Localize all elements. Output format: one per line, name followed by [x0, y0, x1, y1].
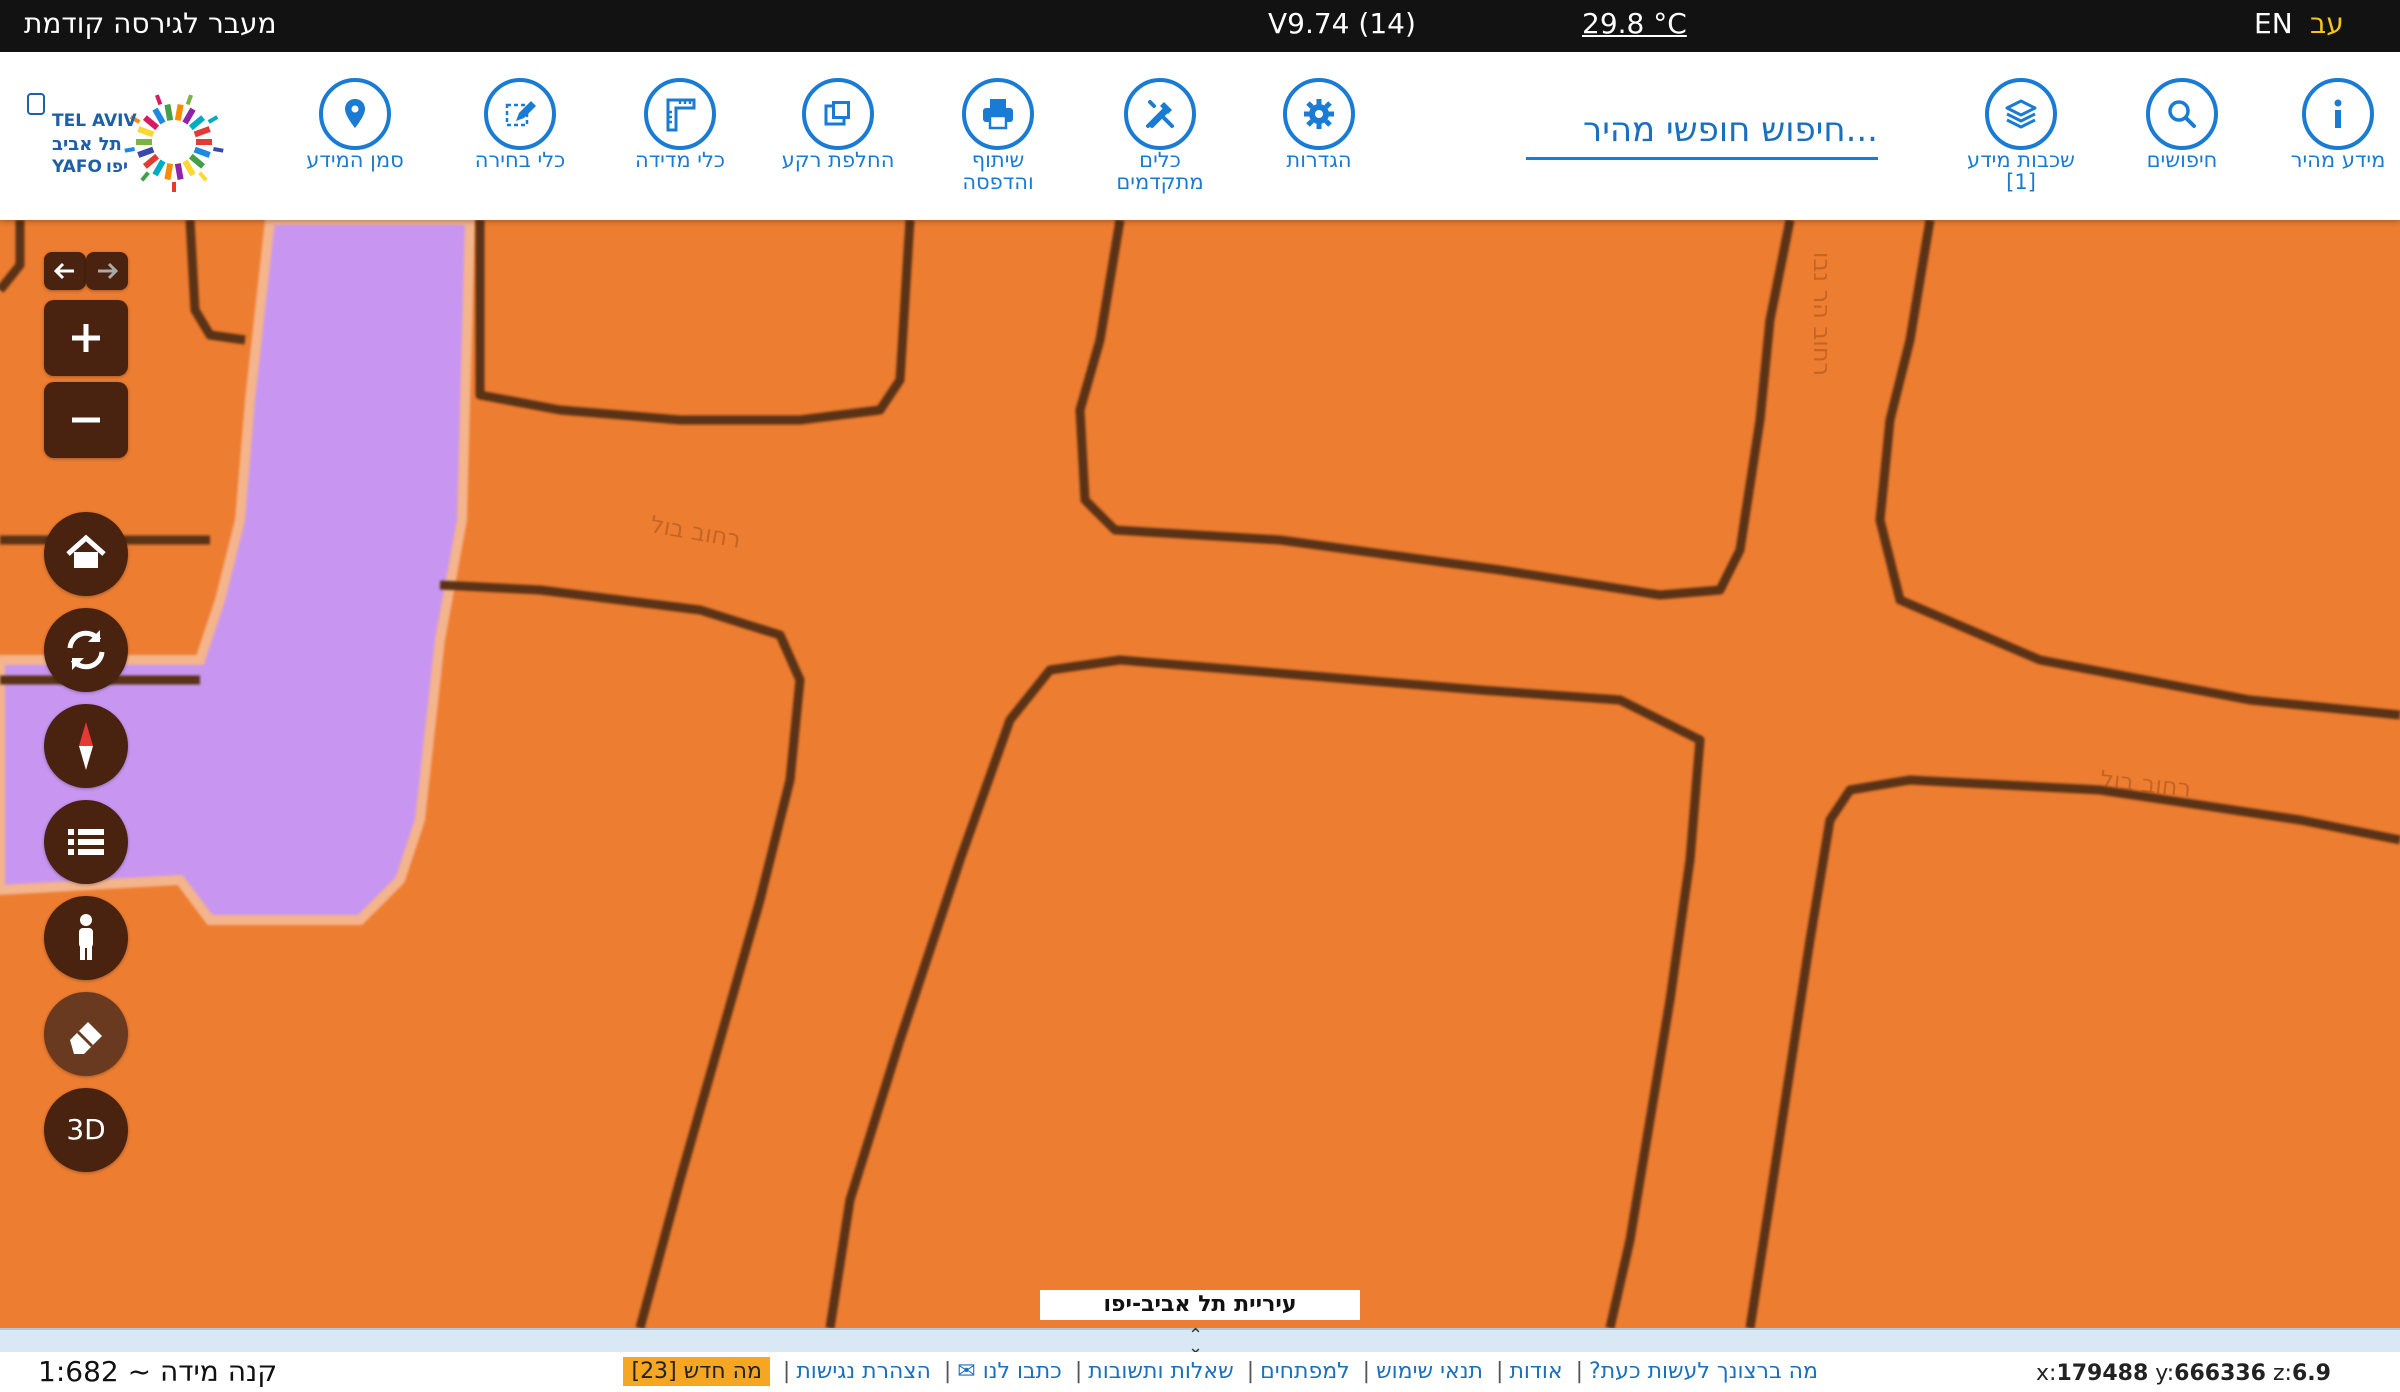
- logo-text-he-top: תל אביב: [52, 134, 122, 155]
- street-label: רחוב הר נבו: [1808, 251, 1837, 377]
- version-label: V9.74 (14): [1268, 7, 1416, 40]
- logo-text-en-bottom: YAFO: [51, 157, 102, 177]
- footer-link-what-now[interactable]: מה ברצונך לעשות כעת?: [1589, 1359, 1818, 1384]
- advanced-tools-label: כלים: [1139, 148, 1181, 172]
- logo-text-he-bottom: יפו: [106, 157, 128, 177]
- coordinates-readout: x:179488 y:666336 z:6.9: [2036, 1356, 2331, 1392]
- temperature-link[interactable]: 29.8 °C: [1582, 6, 1687, 42]
- layers-icon: [1985, 78, 2057, 150]
- quick-info-button[interactable]: מידע מהיר: [2258, 78, 2400, 172]
- advanced-tools-label-line2: מתקדמים: [1116, 170, 1204, 194]
- eraser-icon: [70, 1022, 102, 1054]
- quick-search-input[interactable]: [1526, 102, 1878, 157]
- settings-label: הגדרות: [1286, 148, 1352, 172]
- person-icon: [79, 914, 93, 960]
- main-toolbar: TEL AVIV תל אביב YAFO יפו סמן המידע כלי …: [0, 52, 2400, 220]
- coord-y-label: y:: [2155, 1361, 2175, 1386]
- list-icon: [68, 829, 104, 855]
- share-print-label: שיתוף: [971, 148, 1025, 172]
- quick-info-label: מידע מהיר: [2290, 148, 2386, 172]
- block-outline: [1075, 220, 1795, 600]
- coord-x-label: x:: [2036, 1361, 2057, 1386]
- info-layers-count: [1]: [2006, 170, 2036, 194]
- home-button[interactable]: [44, 512, 128, 596]
- tel-aviv-logo[interactable]: TEL AVIV תל אביב YAFO יפו: [22, 80, 252, 204]
- compass-north-button[interactable]: [44, 704, 128, 788]
- advanced-tools-button[interactable]: כלים מתקדמים: [1080, 78, 1240, 194]
- quick-search-box: [1526, 102, 1878, 160]
- history-forward-button[interactable]: [86, 252, 128, 290]
- footer-link-whats-new[interactable]: מה חדש [23]: [623, 1357, 770, 1386]
- block-outline: [1745, 775, 2400, 1328]
- coord-z-label: z:: [2273, 1361, 2292, 1386]
- plus-icon: [72, 324, 100, 352]
- scale-indicator: קנה מידה ~ 1:682: [38, 1355, 278, 1388]
- info-layers-label: שכבות מידע: [1967, 148, 2075, 172]
- map-canvas[interactable]: רחוב בול רחוב בול רחוב הר נבו עיריית תל …: [0, 220, 2400, 1328]
- footer-link-contact[interactable]: כתבו לנו ✉: [957, 1359, 1062, 1384]
- printer-icon: [962, 78, 1034, 150]
- select-tools-label: כלי בחירה: [474, 148, 566, 172]
- arrow-right-icon: [98, 262, 119, 280]
- measure-tools-label: כלי מדידה: [634, 148, 726, 172]
- tools-wrench-hammer-icon: [1124, 78, 1196, 150]
- panel-resize-handle[interactable]: ⌃ ⌄: [0, 1325, 2400, 1358]
- info-icon: [2302, 78, 2374, 150]
- chevron-updown-icon: ⌃ ⌄: [1188, 1325, 1204, 1358]
- map-pin-icon: [319, 78, 391, 150]
- share-print-label-line2: והדפסה: [962, 170, 1034, 194]
- map-attribution: עיריית תל אביב-יפו: [1040, 1290, 1360, 1320]
- history-back-button[interactable]: [44, 252, 86, 290]
- gear-icon: [1283, 78, 1355, 150]
- compass-icon: [79, 722, 93, 770]
- refresh-icon: [67, 630, 105, 670]
- logo-text-en-top: TEL AVIV: [52, 111, 137, 131]
- previous-version-link[interactable]: מעבר לגירסה קודמת: [24, 6, 277, 42]
- layers-copy-icon: [802, 78, 874, 150]
- info-layers-button[interactable]: שכבות מידע [1]: [1941, 78, 2101, 194]
- info-marker-button[interactable]: סמן המידע: [275, 78, 435, 172]
- switch-background-button[interactable]: החלפת רקע: [758, 78, 918, 172]
- home-icon: [66, 534, 106, 568]
- settings-button[interactable]: הגדרות: [1239, 78, 1399, 172]
- search-icon: [2146, 78, 2218, 150]
- arrow-left-icon: [53, 262, 74, 280]
- block-outline: [185, 220, 246, 345]
- language-en-button[interactable]: EN: [2254, 6, 2293, 42]
- searches-label: חיפושים: [2146, 148, 2218, 172]
- top-bar: מעבר לגירסה קודמת V9.74 (14) 29.8 °C EN …: [0, 0, 2400, 52]
- footer-links: מה ברצונך לעשות כעת?| אודות| תנאי שימוש|…: [578, 1352, 1818, 1392]
- coord-y-value: 666336: [2174, 1361, 2266, 1386]
- eraser-button[interactable]: [44, 992, 128, 1076]
- select-tools-button[interactable]: כלי בחירה: [440, 78, 600, 172]
- 3d-view-button[interactable]: 3D: [44, 1088, 128, 1172]
- share-print-button[interactable]: שיתוף והדפסה: [918, 78, 1078, 194]
- info-marker-label: סמן המידע: [306, 148, 404, 172]
- select-pencil-icon: [484, 78, 556, 150]
- block-outline: [475, 220, 915, 425]
- block-outline: [1875, 220, 2400, 720]
- language-he-button[interactable]: עב: [2310, 6, 2344, 42]
- footer-link-developers[interactable]: למפתחים: [1260, 1359, 1350, 1384]
- footer-link-about[interactable]: אודות: [1509, 1359, 1562, 1384]
- coord-x-value: 179488: [2056, 1361, 2149, 1386]
- block-outline: [439, 580, 805, 1328]
- status-bar: קנה מידה ~ 1:682 מה ברצונך לעשות כעת?| א…: [0, 1352, 2400, 1392]
- minus-icon: [72, 417, 100, 423]
- switch-background-label: החלפת רקע: [781, 148, 895, 172]
- street-view-button[interactable]: [44, 896, 128, 980]
- footer-link-terms[interactable]: תנאי שימוש: [1376, 1359, 1483, 1384]
- ruler-icon: [644, 78, 716, 150]
- zoom-out-button[interactable]: [44, 382, 128, 458]
- refresh-button[interactable]: [44, 608, 128, 692]
- zoom-in-button[interactable]: [44, 300, 128, 376]
- measure-tools-button[interactable]: כלי מדידה: [600, 78, 760, 172]
- legend-list-button[interactable]: [44, 800, 128, 884]
- coord-z-value: 6.9: [2291, 1361, 2331, 1386]
- block-outline: [0, 220, 25, 293]
- footer-link-accessibility[interactable]: הצהרת נגישות: [796, 1359, 931, 1384]
- footer-link-faq[interactable]: שאלות ותשובות: [1088, 1359, 1233, 1384]
- block-outline: [825, 655, 1705, 1328]
- searches-button[interactable]: חיפושים: [2102, 78, 2262, 172]
